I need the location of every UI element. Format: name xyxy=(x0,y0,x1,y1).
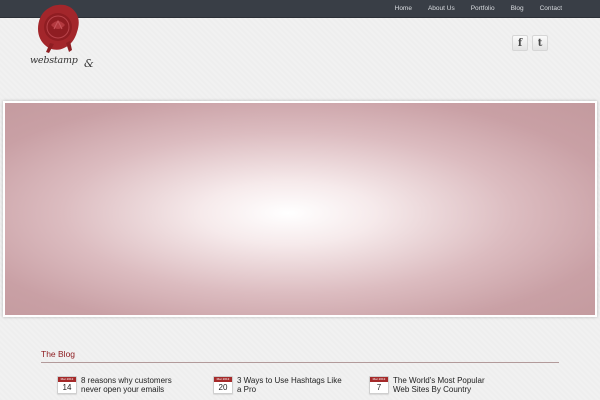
site-logo[interactable]: webstamp & xyxy=(30,3,98,73)
social-links: f t xyxy=(512,35,548,51)
post-title[interactable]: The World's Most Popular Web Sites By Co… xyxy=(393,376,503,394)
nav-portfolio[interactable]: Portfolio xyxy=(463,0,503,18)
post-title[interactable]: 3 Ways to Use Hashtags Like a Pro xyxy=(237,376,347,394)
logo-wordmark: webstamp xyxy=(30,55,78,66)
post-day: 7 xyxy=(376,383,382,392)
hero-slider xyxy=(3,101,597,317)
twitter-icon[interactable]: t xyxy=(532,35,548,51)
blog-divider xyxy=(41,362,559,363)
post-day: 14 xyxy=(62,383,72,392)
nav-blog[interactable]: Blog xyxy=(503,0,532,18)
blog-post[interactable]: Mar 2013 14 8 reasons why customers neve… xyxy=(57,376,191,394)
nav-about-us[interactable]: About Us xyxy=(420,0,463,18)
blog-post[interactable]: Mar 2013 20 3 Ways to Use Hashtags Like … xyxy=(213,376,347,394)
main-nav: Home About Us Portfolio Blog Contact xyxy=(387,0,570,18)
calendar-icon: Mar 2013 14 xyxy=(57,376,77,394)
post-title[interactable]: 8 reasons why customers never open your … xyxy=(81,376,191,394)
post-day: 20 xyxy=(218,383,228,392)
facebook-icon[interactable]: f xyxy=(512,35,528,51)
logo-ampersand: & xyxy=(84,57,94,70)
blog-post-list: Mar 2013 14 8 reasons why customers neve… xyxy=(57,376,577,400)
blog-section-title: The Blog xyxy=(41,349,76,359)
nav-home[interactable]: Home xyxy=(387,0,420,18)
blog-post[interactable]: Mar 2013 7 The World's Most Popular Web … xyxy=(369,376,503,394)
wax-seal-icon xyxy=(38,4,79,53)
calendar-icon: Mar 2013 20 xyxy=(213,376,233,394)
calendar-icon: Mar 2013 7 xyxy=(369,376,389,394)
nav-contact[interactable]: Contact xyxy=(532,0,570,18)
